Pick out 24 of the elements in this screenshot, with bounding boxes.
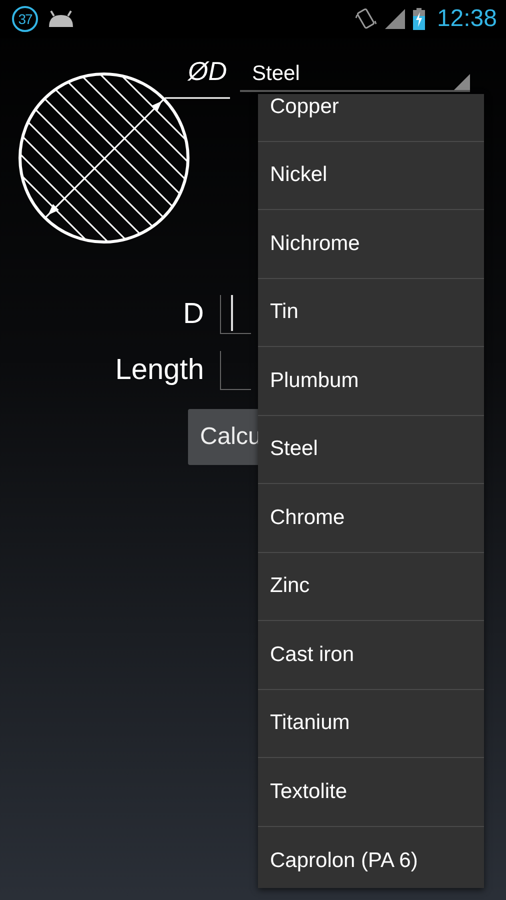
vibrate-icon (354, 7, 377, 31)
dropdown-item[interactable]: Titanium (270, 711, 350, 736)
dropdown-item[interactable]: Copper (270, 94, 339, 119)
dropdown-item[interactable]: Nickel (270, 163, 328, 188)
android-icon (46, 9, 76, 29)
material-spinner[interactable]: Steel (240, 58, 470, 92)
dropdown-item[interactable]: Caprolon (PA 6) (270, 848, 418, 873)
dropdown-item[interactable]: Zinc (270, 574, 310, 598)
dropdown-item[interactable]: Plumbum (270, 368, 359, 393)
dropdown-item[interactable]: Nichrome (270, 232, 360, 256)
input-field[interactable] (220, 350, 251, 390)
notification-count: 37 (12, 6, 38, 32)
dropdown-item[interactable]: Chrome (270, 506, 345, 530)
signal-icon (384, 9, 405, 29)
clock-time: 12:38 (436, 5, 497, 33)
field-label: Length (114, 354, 205, 386)
dropdown-item[interactable]: Steel (270, 437, 318, 462)
battery-icon (412, 8, 425, 30)
diameter-label: ØD (188, 56, 227, 87)
dropdown-item[interactable]: Tin (270, 300, 298, 324)
input-field[interactable] (220, 294, 251, 334)
dropdown-item[interactable]: Textolite (270, 780, 348, 804)
field-label: D (182, 298, 205, 330)
dropdown-item[interactable]: Cast iron (270, 642, 354, 667)
